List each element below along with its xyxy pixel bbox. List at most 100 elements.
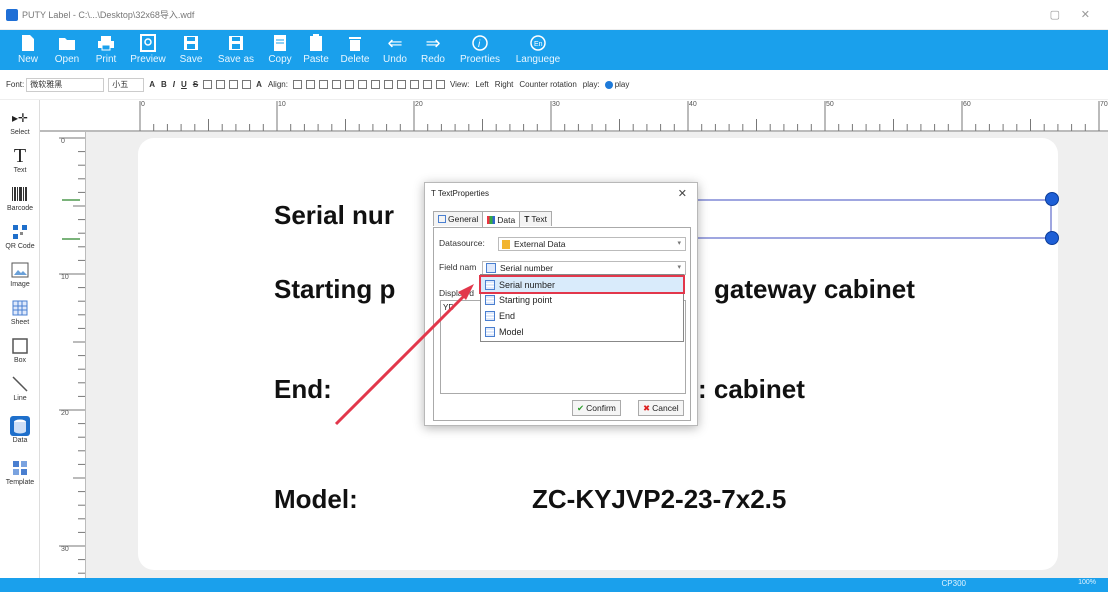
sidebar-item-barcode[interactable]: Barcode [0, 182, 40, 220]
align-left-icon[interactable] [203, 80, 213, 89]
print-button[interactable]: Print [88, 30, 124, 65]
resize-handle[interactable] [1045, 192, 1059, 206]
sidebar-item-text[interactable]: T Text [0, 144, 40, 182]
cancel-button[interactable]: ✖ Cancel [638, 400, 684, 416]
align-center-icon[interactable] [216, 80, 226, 89]
label-field-cabinet[interactable]: : cabinet [698, 374, 805, 405]
arrow-right-icon: ⇒ [425, 32, 441, 53]
data-tab-icon [487, 215, 496, 224]
undo-button[interactable]: ⇐ Undo [376, 30, 414, 66]
italic-button[interactable]: I [173, 80, 175, 89]
image-icon [10, 260, 30, 280]
label-field-starting[interactable]: Starting p [274, 274, 395, 305]
properties-button[interactable]: i Proerties [452, 30, 508, 65]
distribute-v-icon[interactable] [396, 80, 406, 89]
new-button[interactable]: New [10, 30, 46, 65]
center-v-icon[interactable] [422, 80, 432, 89]
center-h-icon[interactable] [409, 80, 419, 89]
sidebar-item-select[interactable]: ▸✛ Select [0, 106, 40, 144]
align-object-top-icon[interactable] [318, 80, 328, 89]
label-field-gateway[interactable]: gateway cabinet [714, 274, 915, 305]
dropdown-item-serial[interactable]: Serial number [479, 275, 685, 294]
strikethrough-button[interactable]: S [193, 80, 198, 89]
label-field-model-value[interactable]: ZC-KYJVP2-23-7x2.5 [532, 484, 786, 515]
confirm-button[interactable]: ✔ Confirm [572, 400, 621, 416]
printer-status[interactable]: CP300 [942, 579, 966, 588]
dropdown-item-starting[interactable]: Starting point [481, 292, 683, 307]
preview-button[interactable]: Preview [124, 30, 172, 65]
play-button[interactable]: play [615, 80, 630, 89]
general-tab-icon [438, 215, 446, 223]
tab-general[interactable]: General [433, 211, 484, 226]
sidebar-item-image[interactable]: Image [0, 258, 40, 296]
sidebar-item-qr-code[interactable]: QR Code [0, 220, 40, 258]
rotate-right-button[interactable]: Right [495, 80, 514, 89]
barcode-icon [10, 184, 30, 204]
font-size-select[interactable]: 小五 [108, 77, 145, 92]
font-label: Font: [6, 80, 25, 89]
dialog-tabs: General Data T Text [433, 211, 553, 227]
table-icon [485, 310, 495, 321]
distribute-h-icon[interactable] [383, 80, 393, 89]
counter-rotation-button[interactable]: Counter rotation [519, 80, 576, 89]
ruler-label: 30 [61, 546, 69, 553]
main-toolbar: New Open Print Preview Save Save as Copy… [0, 30, 1108, 70]
text-size-button[interactable]: A [256, 80, 262, 89]
label-field-model-label[interactable]: Model: [274, 484, 358, 515]
qr-code-icon [10, 222, 30, 242]
dropdown-item-model[interactable]: Model [481, 324, 683, 339]
open-button[interactable]: Open [46, 30, 88, 65]
align-object-bottom-icon[interactable] [331, 80, 341, 89]
align-object-left-icon[interactable] [292, 80, 302, 89]
sidebar-item-template[interactable]: Template [0, 456, 40, 494]
align-object-center-icon[interactable] [305, 80, 315, 89]
close-button[interactable]: ✕ [1081, 8, 1090, 21]
table-icon [10, 298, 30, 318]
play-icon[interactable] [604, 80, 613, 89]
maximize-button[interactable]: ▢ [1050, 8, 1060, 21]
label-field-end[interactable]: End: [274, 374, 332, 405]
group-icon[interactable] [435, 80, 445, 89]
delete-button[interactable]: Delete [334, 30, 376, 65]
paste-button[interactable]: Paste [298, 30, 334, 65]
table-icon [485, 279, 495, 290]
label-field-serial[interactable]: Serial nur [274, 200, 394, 231]
ruler-label: 0 [141, 101, 145, 108]
ruler-label: 10 [61, 274, 69, 281]
sidebar-item-box[interactable]: Box [0, 334, 40, 372]
language-button[interactable]: En Languege [508, 30, 568, 65]
justify-icon[interactable] [242, 80, 252, 89]
sidebar-item-data[interactable]: Data [0, 414, 40, 452]
datasource-select[interactable]: External Data ▾ [498, 237, 686, 251]
save-button[interactable]: Save [172, 30, 210, 65]
info-icon: i [471, 33, 489, 53]
sidebar-item-line[interactable]: Line [0, 372, 40, 410]
window-title: PUTY Label - C:\...\Desktop\32x68导入.wdf [22, 10, 195, 20]
paste-icon [307, 33, 325, 53]
resize-handle[interactable] [1045, 231, 1059, 245]
font-grow-button[interactable]: A [149, 80, 155, 89]
underline-button[interactable]: U [181, 80, 187, 89]
font-select[interactable]: 微软雅黑 [26, 77, 105, 92]
bold-button[interactable]: B [161, 80, 167, 89]
zoom-level[interactable]: 100% [1078, 579, 1096, 586]
view-label: View: [449, 80, 470, 89]
save-as-button[interactable]: Save as [210, 30, 262, 65]
align-right-icon[interactable] [229, 80, 239, 89]
same-size-icon[interactable] [370, 80, 380, 89]
same-width-icon[interactable] [344, 80, 354, 89]
text-tab-icon: T [524, 214, 530, 224]
same-height-icon[interactable] [357, 80, 367, 89]
copy-button[interactable]: Copy [262, 30, 298, 65]
dropdown-item-end[interactable]: End [481, 308, 683, 323]
tab-data[interactable]: Data [482, 211, 521, 227]
folder-icon [58, 33, 76, 53]
ruler-label: 0 [61, 138, 65, 145]
app-icon [6, 8, 18, 21]
field-name-select[interactable]: Serial number ▾ [482, 261, 686, 275]
rotate-left-button[interactable]: Left [475, 80, 488, 89]
close-icon[interactable]: ✕ [678, 187, 687, 200]
tab-text[interactable]: T Text [519, 211, 553, 226]
redo-button[interactable]: ⇒ Redo [414, 30, 452, 66]
sidebar-item-sheet[interactable]: Sheet [0, 296, 40, 334]
